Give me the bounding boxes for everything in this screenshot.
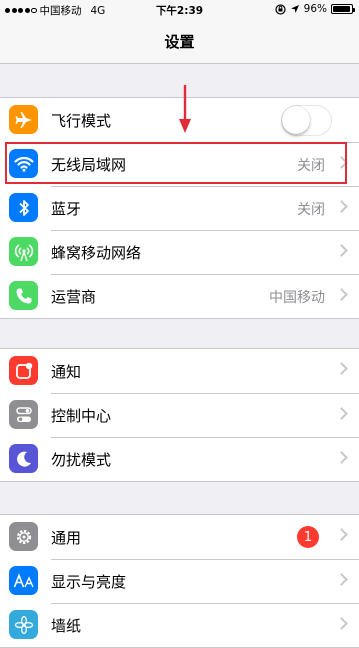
row-airplane-mode-content: 飞行模式 bbox=[51, 98, 359, 142]
chevron-right-icon bbox=[335, 451, 348, 464]
row-label: 勿扰模式 bbox=[51, 451, 112, 469]
settings-group-general: 通用 1 显示与亮度 墙纸 bbox=[0, 514, 359, 648]
chevron-right-icon bbox=[335, 617, 348, 630]
row-wallpaper[interactable]: 墙纸 bbox=[0, 603, 359, 647]
row-cellular-content: 蜂窝移动网络 bbox=[51, 230, 359, 274]
display-icon bbox=[9, 566, 38, 595]
chevron-right-icon bbox=[335, 362, 348, 375]
row-label: 通用 bbox=[51, 528, 82, 547]
row-do-not-disturb[interactable]: 勿扰模式 bbox=[0, 437, 359, 481]
row-wifi[interactable]: 无线局域网 关闭 bbox=[0, 142, 359, 186]
notifications-icon bbox=[9, 356, 38, 385]
airplane-icon bbox=[9, 105, 38, 134]
moon-icon bbox=[9, 444, 38, 473]
chevron-right-icon bbox=[335, 156, 348, 169]
row-wallpaper-content: 墙纸 bbox=[51, 603, 359, 647]
row-control-center[interactable]: 控制中心 bbox=[0, 393, 359, 437]
chevron-right-icon bbox=[335, 200, 348, 213]
control-center-icon bbox=[9, 400, 38, 429]
row-label: 蜂窝移动网络 bbox=[51, 244, 142, 262]
wifi-status: 关闭 bbox=[297, 157, 325, 174]
row-label: 控制中心 bbox=[51, 407, 112, 425]
bluetooth-icon bbox=[9, 193, 38, 222]
wallpaper-icon bbox=[9, 610, 38, 639]
wifi-icon bbox=[9, 149, 38, 178]
update-badge: 1 bbox=[297, 526, 319, 548]
row-notifications[interactable]: 通知 bbox=[0, 349, 359, 393]
chevron-right-icon bbox=[335, 407, 348, 420]
row-label: 显示与亮度 bbox=[51, 573, 127, 591]
location-icon bbox=[290, 5, 299, 13]
row-cellular[interactable]: 蜂窝移动网络 bbox=[0, 230, 359, 274]
row-label: 飞行模式 bbox=[51, 111, 112, 130]
row-label: 蓝牙 bbox=[51, 200, 82, 218]
phone-icon bbox=[9, 281, 38, 310]
row-label: 无线局域网 bbox=[51, 156, 127, 174]
row-label: 墙纸 bbox=[51, 617, 82, 635]
battery-level bbox=[333, 6, 351, 12]
row-label: 运营商 bbox=[51, 288, 97, 306]
settings-group-notifications: 通知 控制中心 勿扰模式 bbox=[0, 348, 359, 482]
row-display-brightness-content: 显示与亮度 bbox=[51, 559, 359, 603]
row-wifi-content: 无线局域网 关闭 bbox=[51, 142, 359, 186]
row-do-not-disturb-content: 勿扰模式 bbox=[51, 437, 359, 481]
row-general[interactable]: 通用 1 bbox=[0, 515, 359, 559]
row-notifications-content: 通知 bbox=[51, 349, 359, 393]
row-carrier-content: 运营商 中国移动 bbox=[51, 274, 359, 318]
row-bluetooth-content: 蓝牙 关闭 bbox=[51, 186, 359, 230]
row-display-brightness[interactable]: 显示与亮度 bbox=[0, 559, 359, 603]
chevron-right-icon bbox=[335, 528, 348, 541]
cellular-icon bbox=[9, 237, 38, 266]
row-bluetooth[interactable]: 蓝牙 关闭 bbox=[0, 186, 359, 230]
status-bar: 中国移动 4G 下午2:39 96% bbox=[0, 0, 359, 20]
gear-icon bbox=[9, 522, 38, 551]
airplane-mode-toggle[interactable] bbox=[281, 105, 332, 136]
row-general-content: 通用 1 bbox=[51, 515, 359, 559]
bluetooth-status: 关闭 bbox=[297, 201, 325, 218]
row-label: 通知 bbox=[51, 362, 82, 381]
nav-bar: 设置 bbox=[0, 20, 359, 64]
chevron-right-icon bbox=[335, 288, 348, 301]
battery-percent: 96% bbox=[303, 3, 327, 15]
toggle-knob bbox=[282, 106, 310, 134]
row-control-center-content: 控制中心 bbox=[51, 393, 359, 437]
carrier-value: 中国移动 bbox=[269, 289, 325, 306]
battery-icon bbox=[331, 4, 355, 14]
down-arrow-icon bbox=[179, 85, 191, 133]
chevron-right-icon bbox=[335, 573, 348, 586]
row-carrier[interactable]: 运营商 中国移动 bbox=[0, 274, 359, 318]
status-right: 96% bbox=[275, 3, 355, 15]
page-title: 设置 bbox=[164, 33, 195, 51]
chevron-right-icon bbox=[335, 244, 348, 257]
orientation-lock-icon bbox=[275, 3, 286, 15]
